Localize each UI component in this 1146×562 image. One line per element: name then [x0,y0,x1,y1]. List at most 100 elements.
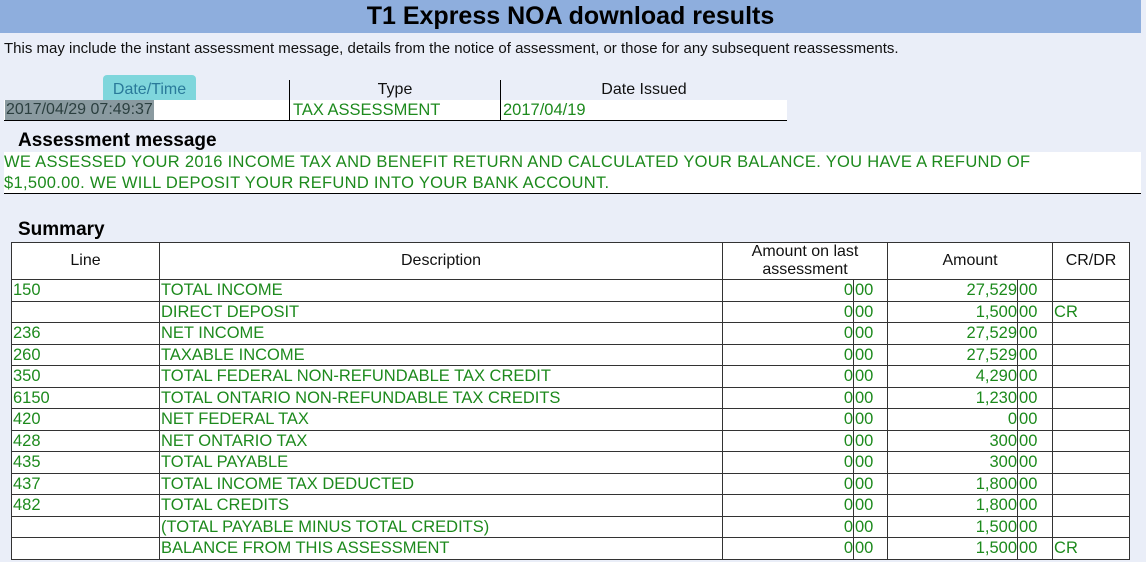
row-amount: 1,500 [887,515,1019,538]
row-amount-last-cents: 00 [852,343,889,366]
row-amount: 300 [887,451,1019,474]
row-amount-last: 0 [722,429,854,452]
table-row: 428 NET ONTARIO TAX 0 00 300 00 [11,429,1131,452]
row-amount-last-cents: 00 [852,451,889,474]
row-crdr [1052,386,1131,409]
table-row: 437 TOTAL INCOME TAX DEDUCTED 0 00 1,800 00 [11,472,1131,495]
row-crdr: CR [1052,300,1131,323]
row-amount-last-cents: 00 [852,429,889,452]
date-issued-label: Date Issued [601,81,687,98]
row-amount-last-cents: 00 [852,322,889,345]
row-amount-cents: 00 [1017,300,1054,323]
col-description: Description [159,242,723,280]
table-row: 236 NET INCOME 0 00 27,529 00 [11,322,1131,345]
row-crdr [1052,494,1131,517]
row-amount: 1,500 [887,537,1019,560]
row-line: 437 [11,472,160,495]
row-amount: 27,529 [887,322,1019,345]
row-amount-last: 0 [722,386,854,409]
row-line: 260 [11,343,160,366]
table-row: (TOTAL PAYABLE MINUS TOTAL CREDITS) 0 00 1,… [11,515,1131,538]
row-amount-cents: 00 [1017,451,1054,474]
datetime-value[interactable]: 2017/04/29 07:49:37 [5,100,154,120]
row-description: NET INCOME [159,322,723,345]
row-amount-last-cents: 00 [852,365,889,388]
row-crdr [1052,515,1131,538]
row-line: 482 [11,494,160,517]
row-amount-last: 0 [722,279,854,302]
row-amount-last-cents: 00 [852,537,889,560]
row-amount-last-cents: 00 [852,494,889,517]
row-amount-last: 0 [722,365,854,388]
row-description: DIRECT DEPOSIT [159,300,723,323]
type-value: TAX ASSESSMENT [293,101,441,119]
row-amount: 27,529 [887,279,1019,302]
row-amount-cents: 00 [1017,494,1054,517]
assessment-line-2: $1,500.00. WE WILL DEPOSIT YOUR REFUND I… [4,174,610,192]
row-description: BALANCE FROM THIS ASSESSMENT [159,537,723,560]
row-line: 350 [11,365,160,388]
row-description: TOTAL PAYABLE [159,451,723,474]
table-row: BALANCE FROM THIS ASSESSMENT 0 00 1,500 00 CR [11,537,1131,560]
row-crdr [1052,343,1131,366]
row-amount: 1,800 [887,494,1019,517]
row-line [11,537,160,560]
row-crdr [1052,322,1131,345]
row-line [11,300,160,323]
row-amount: 300 [887,429,1019,452]
row-amount-last: 0 [722,408,854,431]
assessment-message: WE ASSESSED YOUR 2016 INCOME TAX AND BEN… [4,152,1141,194]
table-row: 150 TOTAL INCOME 0 00 27,529 00 [11,279,1131,302]
row-crdr [1052,279,1131,302]
col-amount-last: Amount on last assessment [721,242,889,280]
row-amount: 1,230 [887,386,1019,409]
row-line: 428 [11,429,160,452]
row-amount-last: 0 [722,494,854,517]
row-amount-cents: 00 [1017,408,1054,431]
row-amount-cents: 00 [1017,472,1054,495]
row-amount: 1,800 [887,472,1019,495]
datetime-label: Date/Time [112,81,187,98]
row-line [11,515,160,538]
row-description: NET FEDERAL TAX [159,408,723,431]
row-description: TOTAL INCOME [159,279,723,302]
table-row: 420 NET FEDERAL TAX 0 00 0 00 [11,408,1131,431]
col-amount: Amount [887,242,1054,280]
row-amount-last-cents: 00 [852,515,889,538]
table-row: 350 TOTAL FEDERAL NON-REFUNDABLE TAX CRED… [11,365,1131,388]
date-issued-value: 2017/04/19 [503,101,586,119]
summary-heading: Summary [18,219,105,240]
row-description: (TOTAL PAYABLE MINUS TOTAL CREDITS) [159,515,723,538]
col-crdr: CR/DR [1052,242,1131,280]
row-amount-last-cents: 00 [852,386,889,409]
summary-header-row: Line Description Amount on last assessme… [11,242,1131,280]
row-amount-last-cents: 00 [852,279,889,302]
table-row: 6150 TOTAL ONTARIO NON-REFUNDABLE TAX CRE… [11,386,1131,409]
row-amount-cents: 00 [1017,343,1054,366]
row-description: NET ONTARIO TAX [159,429,723,452]
row-crdr [1052,451,1131,474]
header-divider [289,80,290,121]
row-crdr [1052,472,1131,495]
row-amount-last-cents: 00 [852,408,889,431]
page-title: T1 Express NOA download results [0,0,1141,33]
row-amount-last: 0 [722,451,854,474]
table-row: 482 TOTAL CREDITS 0 00 1,800 00 [11,494,1131,517]
assessment-heading: Assessment message [18,130,217,151]
row-amount-cents: 00 [1017,537,1054,560]
row-amount-cents: 00 [1017,279,1054,302]
type-label: Type [377,81,413,98]
row-amount-cents: 00 [1017,429,1054,452]
row-crdr [1052,429,1131,452]
row-amount-cents: 00 [1017,322,1054,345]
row-amount: 27,529 [887,343,1019,366]
row-amount-last-cents: 00 [852,300,889,323]
row-description: TAXABLE INCOME [159,343,723,366]
summary-table: Line Description Amount on last assessme… [11,242,1131,560]
row-amount-last: 0 [722,300,854,323]
row-description: TOTAL FEDERAL NON-REFUNDABLE TAX CREDIT [159,365,723,388]
row-crdr [1052,365,1131,388]
row-amount-last: 0 [722,343,854,366]
row-line: 150 [11,279,160,302]
row-line: 236 [11,322,160,345]
